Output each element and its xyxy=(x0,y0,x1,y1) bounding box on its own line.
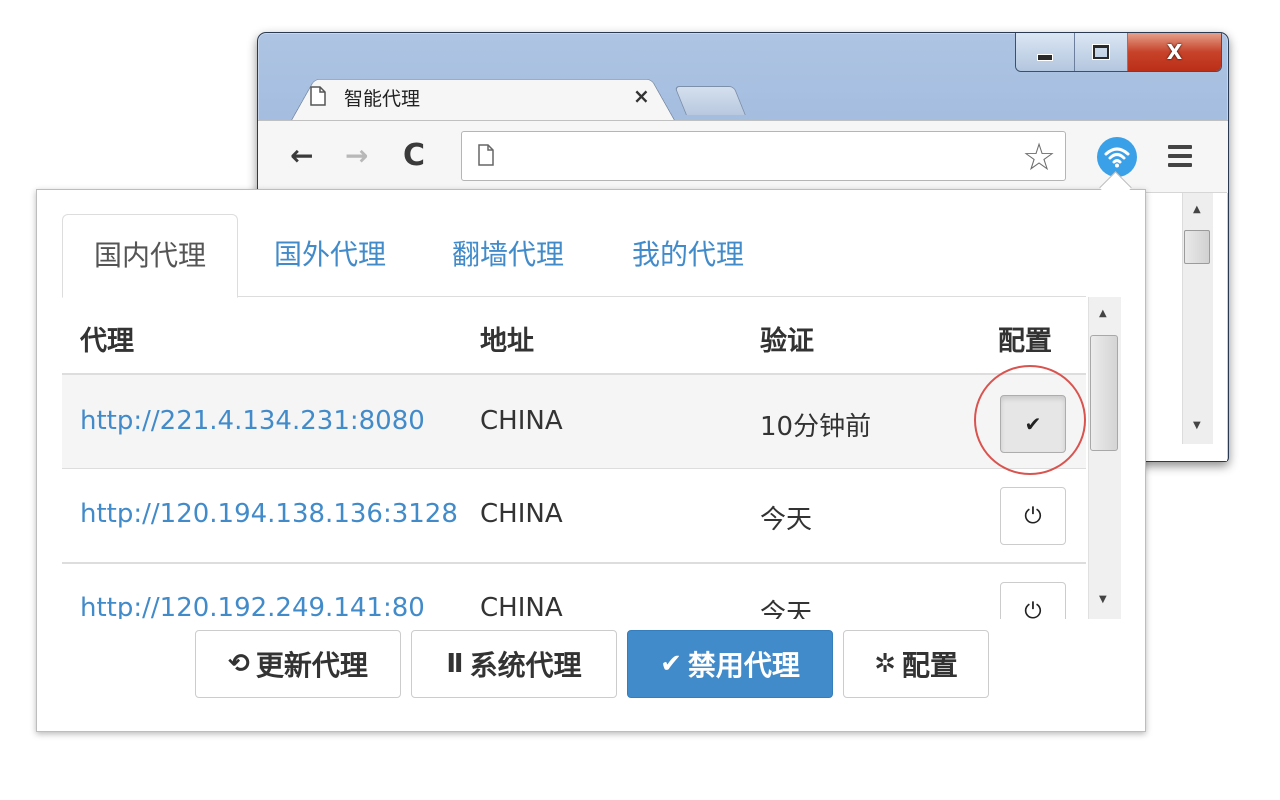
scroll-down-icon[interactable]: ▼ xyxy=(1193,420,1201,431)
table-scrollbar-thumb[interactable] xyxy=(1090,335,1118,451)
highlight-circle xyxy=(974,365,1086,475)
window-controls: X xyxy=(1015,33,1222,72)
tab-gfw-proxy[interactable]: 翻墙代理 xyxy=(428,214,588,296)
power-icon: ⏻ xyxy=(1024,598,1042,620)
refresh-icon: ⟲ xyxy=(228,649,250,679)
reload-button[interactable]: C xyxy=(403,138,425,174)
tab-title: 智能代理 xyxy=(344,88,421,110)
wifi-glyph-icon xyxy=(1104,147,1130,168)
minimize-button[interactable] xyxy=(1016,33,1074,71)
page-scrollbar-thumb[interactable] xyxy=(1184,230,1210,264)
pause-icon: Ⅱ xyxy=(446,649,464,679)
refresh-proxy-label: 更新代理 xyxy=(255,649,368,682)
hamburger-menu-icon[interactable] xyxy=(1168,145,1192,167)
maximize-button[interactable] xyxy=(1074,33,1127,71)
tab-close-icon[interactable]: × xyxy=(633,84,650,108)
header-verified: 验证 xyxy=(760,326,814,357)
scroll-up-icon[interactable]: ▲ xyxy=(1099,308,1107,319)
header-address: 地址 xyxy=(480,326,534,357)
wifi-icon[interactable] xyxy=(1097,137,1137,177)
proxy-verified: 10分钟前 xyxy=(760,412,872,442)
use-proxy-button[interactable]: ⏻ xyxy=(1000,487,1066,545)
use-proxy-button[interactable]: ⏻ xyxy=(1000,582,1066,619)
close-window-button[interactable]: X xyxy=(1127,33,1221,71)
refresh-proxy-button[interactable]: ⟲ 更新代理 xyxy=(195,630,401,698)
scroll-down-icon[interactable]: ▼ xyxy=(1099,594,1107,605)
table-row-clip: http://120.192.249.141:80 CHINA 今天 ⏻ xyxy=(62,563,1086,619)
check-icon: ✔ xyxy=(660,649,682,679)
bookmark-star-icon[interactable]: ☆ xyxy=(1022,137,1056,177)
tab-domestic-proxy[interactable]: 国内代理 xyxy=(62,214,238,298)
proxy-url: http://120.194.138.136:3128 xyxy=(80,499,458,529)
forward-button[interactable]: → xyxy=(345,138,368,174)
address-bar[interactable] xyxy=(461,131,1066,181)
proxy-url: http://221.4.134.231:8080 xyxy=(80,406,425,436)
minimize-icon xyxy=(1037,53,1053,61)
tab-foreign-proxy[interactable]: 国外代理 xyxy=(250,214,410,296)
close-icon: X xyxy=(1166,40,1183,64)
page-icon xyxy=(478,144,494,166)
config-label: 配置 xyxy=(901,649,958,682)
tab-my-proxy[interactable]: 我的代理 xyxy=(608,214,768,296)
config-button[interactable]: ✲ 配置 xyxy=(843,630,989,698)
system-proxy-label: 系统代理 xyxy=(469,649,582,682)
disable-proxy-label: 禁用代理 xyxy=(687,649,800,682)
proxy-address: CHINA xyxy=(480,406,563,436)
new-tab-button[interactable] xyxy=(674,86,746,115)
gear-icon: ✲ xyxy=(874,649,896,679)
system-proxy-button[interactable]: Ⅱ 系统代理 xyxy=(411,630,617,698)
proxy-address: CHINA xyxy=(480,593,563,619)
header-config: 配置 xyxy=(998,326,1052,357)
proxy-url: http://120.192.249.141:80 xyxy=(80,593,425,619)
proxy-address: CHINA xyxy=(480,499,563,529)
scroll-up-icon[interactable]: ▲ xyxy=(1193,204,1201,215)
disable-proxy-button[interactable]: ✔ 禁用代理 xyxy=(627,630,833,698)
proxy-verified: 今天 xyxy=(760,599,813,619)
page-icon xyxy=(310,86,326,106)
table-header xyxy=(62,297,1086,375)
header-proxy: 代理 xyxy=(80,326,134,357)
back-button[interactable]: ← xyxy=(290,138,313,174)
proxy-verified: 今天 xyxy=(760,505,813,535)
power-icon: ⏻ xyxy=(1024,503,1042,529)
maximize-icon xyxy=(1093,45,1109,59)
